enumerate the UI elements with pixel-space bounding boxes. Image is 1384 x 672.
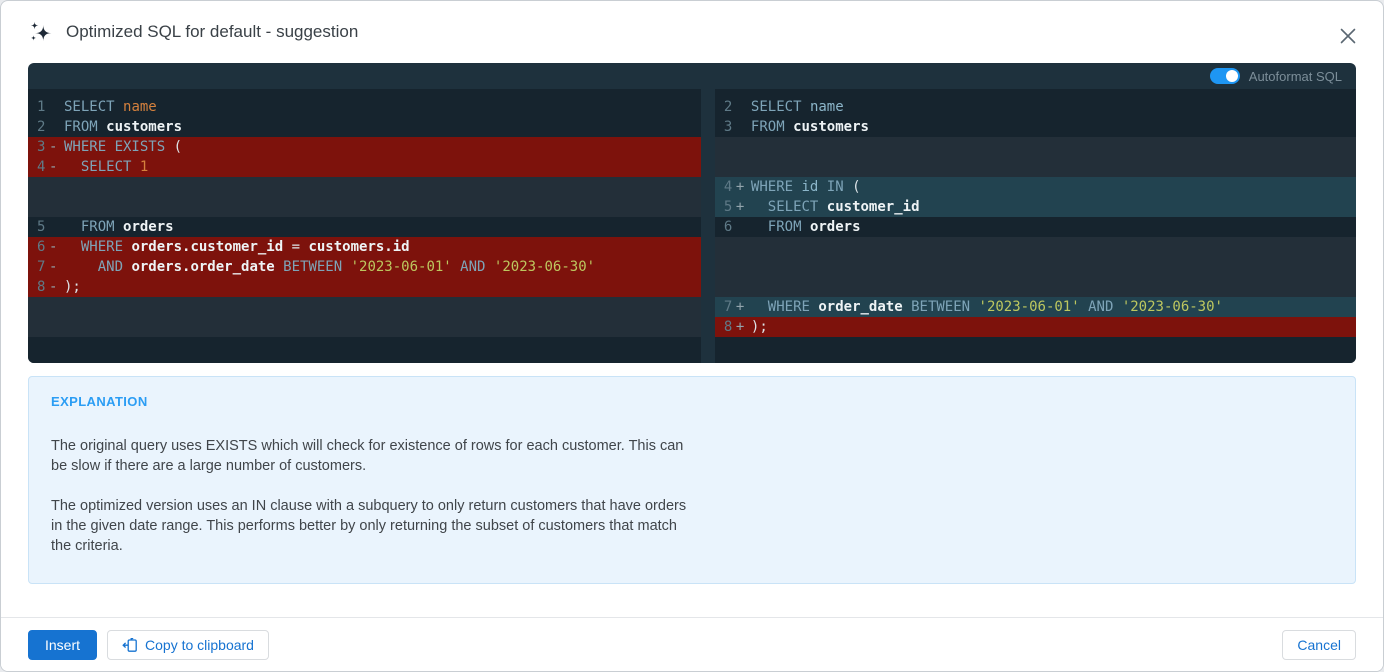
diff-marker: + (736, 317, 751, 337)
diff-right-panel[interactable]: 2SELECT name3FROM customers4+WHERE id IN… (715, 89, 1356, 363)
diff-filler-row (28, 297, 701, 317)
line-number: 5 (28, 217, 49, 237)
diff-marker (49, 117, 64, 137)
line-number: 3 (715, 117, 736, 137)
footer-actions-left: Insert Copy to clipboard (28, 630, 269, 660)
line-number: 1 (28, 97, 49, 117)
explanation-paragraph: The original query uses EXISTS which wil… (51, 436, 699, 476)
cancel-button[interactable]: Cancel (1282, 630, 1356, 660)
line-number: 5 (715, 197, 736, 217)
diff-marker (49, 97, 64, 117)
diff-marker (736, 97, 751, 117)
diff-panels: 1SELECT name2FROM customers3-WHERE EXIST… (28, 89, 1356, 363)
diff-filler-row (715, 277, 1356, 297)
code-line: SELECT 1 (64, 157, 701, 177)
diff-marker (736, 217, 751, 237)
code-line: FROM customers (751, 117, 1356, 137)
diff-marker (49, 217, 64, 237)
explanation-paragraph: The optimized version uses an IN clause … (51, 496, 699, 556)
autoformat-label: Autoformat SQL (1249, 69, 1342, 84)
line-number: 2 (715, 97, 736, 117)
diff-marker (736, 117, 751, 137)
line-number: 6 (28, 237, 49, 257)
diff-code-row: 4- SELECT 1 (28, 157, 701, 177)
line-number: 4 (28, 157, 49, 177)
diff-code-row: 7- AND orders.order_date BETWEEN '2023-0… (28, 257, 701, 277)
diff-filler-row (715, 137, 1356, 157)
line-number: 2 (28, 117, 49, 137)
line-number: 8 (715, 317, 736, 337)
cancel-button-label: Cancel (1297, 637, 1341, 653)
line-number: 3 (28, 137, 49, 157)
diff-code-row: 2 SELECT name (715, 97, 1356, 117)
line-number: 7 (715, 297, 736, 317)
insert-button[interactable]: Insert (28, 630, 97, 660)
dialog-title: Optimized SQL for default - suggestion (66, 22, 358, 42)
diff-left-panel[interactable]: 1SELECT name2FROM customers3-WHERE EXIST… (28, 89, 701, 363)
diff-code-row: 3 FROM customers (715, 117, 1356, 137)
optimized-sql-dialog: Optimized SQL for default - suggestion A… (0, 0, 1384, 672)
diff-code-row: 8-); (28, 277, 701, 297)
diff-code-row: 1 SELECT name (28, 97, 701, 117)
code-line: SELECT name (751, 97, 1356, 117)
diff-marker: + (736, 197, 751, 217)
insert-button-label: Insert (45, 637, 80, 653)
diff-marker: + (736, 177, 751, 197)
diff-filler-row (28, 317, 701, 337)
line-number: 6 (715, 217, 736, 237)
code-line: FROM customers (64, 117, 701, 137)
clipboard-icon (122, 637, 138, 653)
code-line: FROM orders (64, 217, 701, 237)
diff-code-row: 7+ WHERE order_date BETWEEN '2023-06-01'… (715, 297, 1356, 317)
code-line: FROM orders (751, 217, 1356, 237)
diff-filler-row (715, 237, 1356, 257)
dialog-footer: Insert Copy to clipboard Cancel (1, 617, 1383, 671)
code-line: SELECT customer_id (751, 197, 1356, 217)
diff-marker: + (736, 297, 751, 317)
diff-code-row: 5+ SELECT customer_id (715, 197, 1356, 217)
diff-code-row: 5 FROM orders (28, 217, 701, 237)
diff-header: Autoformat SQL (28, 63, 1356, 89)
dialog-titlebar: Optimized SQL for default - suggestion (1, 1, 1383, 63)
code-line: ); (64, 277, 701, 297)
copy-button-label: Copy to clipboard (145, 637, 254, 653)
diff-marker: - (49, 257, 64, 277)
code-line: SELECT name (64, 97, 701, 117)
copy-to-clipboard-button[interactable]: Copy to clipboard (107, 630, 269, 660)
diff-marker: - (49, 237, 64, 257)
code-line: WHERE order_date BETWEEN '2023-06-01' AN… (751, 297, 1356, 317)
diff-marker: - (49, 277, 64, 297)
diff-code-row: 3-WHERE EXISTS ( (28, 137, 701, 157)
line-number: 7 (28, 257, 49, 277)
code-line: WHERE EXISTS ( (64, 137, 701, 157)
line-number: 4 (715, 177, 736, 197)
autoformat-toggle[interactable] (1210, 68, 1240, 84)
diff-marker: - (49, 157, 64, 177)
diff-code-row: 6 FROM orders (715, 217, 1356, 237)
sql-diff-container: Autoformat SQL 1 SELECT name 2 FROM custome… (28, 63, 1356, 363)
diff-filler-row (715, 257, 1356, 277)
close-icon (1339, 27, 1357, 45)
diff-code-row: 4+WHERE id IN ( (715, 177, 1356, 197)
close-button[interactable] (1335, 23, 1361, 49)
diff-filler-row (715, 157, 1356, 177)
diff-code-row: 8+); (715, 317, 1356, 337)
code-line: WHERE id IN ( (751, 177, 1356, 197)
sparkles-icon (27, 19, 53, 45)
code-line: WHERE orders.customer_id = customers.id (64, 237, 701, 257)
diff-filler-row (28, 177, 701, 197)
diff-code-row: 2 FROM customers (28, 117, 701, 137)
code-line: AND orders.order_date BETWEEN '2023-06-0… (64, 257, 701, 277)
line-number: 8 (28, 277, 49, 297)
explanation-heading: EXPLANATION (51, 394, 1333, 409)
diff-filler-row (28, 197, 701, 217)
diff-code-row: 6- WHERE orders.customer_id = customers.… (28, 237, 701, 257)
toggle-knob (1226, 70, 1238, 82)
code-line: ); (751, 317, 1356, 337)
diff-marker: - (49, 137, 64, 157)
explanation-panel: EXPLANATION The original query uses EXIS… (28, 376, 1356, 584)
